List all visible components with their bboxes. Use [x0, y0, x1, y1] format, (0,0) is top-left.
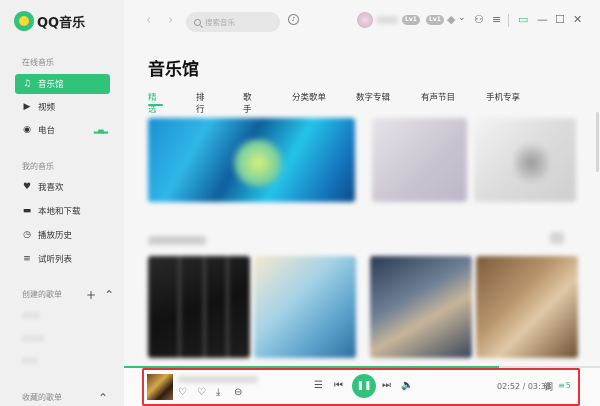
like-heart-icon[interactable]: ♡: [178, 388, 187, 398]
song-title[interactable]: [178, 376, 258, 383]
listen-recognize-icon[interactable]: ♪: [288, 14, 299, 25]
playlist-icon: ≡: [558, 381, 565, 390]
sidebar-item-label: 视频: [38, 103, 56, 113]
section-my-music: 我的音乐: [22, 162, 54, 171]
sidebar-item-music-hall[interactable]: ♫ 音乐馆: [15, 74, 110, 94]
sidebar-item-trial-list[interactable]: ≡ 试听列表: [15, 249, 110, 269]
collapse-chevron-icon[interactable]: ⌃: [98, 391, 108, 405]
qq-music-logo-icon: [14, 11, 34, 31]
divider: [508, 14, 509, 27]
volume-icon[interactable]: 🔈: [401, 381, 413, 391]
playlist-button[interactable]: ≡ 5: [558, 381, 571, 390]
mini-mode-icon[interactable]: ▭: [518, 13, 528, 26]
section-heading: [148, 236, 206, 245]
collected-playlist-tools: ⌃: [98, 391, 108, 405]
heart-icon: ♥: [22, 181, 32, 192]
sidebar-item-label: 播放历史: [38, 231, 73, 241]
forward-arrow-icon[interactable]: ›: [168, 13, 173, 28]
tab-featured[interactable]: 精选: [148, 91, 163, 115]
player-bar: ♡ ♡ ⤓ ⊖ ☰ ⏮ ❚❚ ⏭ 🔈 02:52 / 03:38 词 ≡ 5: [124, 368, 600, 406]
music-note-icon: ♫: [22, 78, 32, 89]
vip-badge: Lv1: [426, 15, 444, 25]
playlist-card[interactable]: [254, 256, 356, 358]
vip-diamond-icon[interactable]: ◆: [447, 13, 455, 26]
radio-icon: ◉: [23, 124, 31, 135]
featured-banner[interactable]: [372, 118, 467, 202]
section-online-music: 在线音乐: [22, 58, 54, 67]
playlist-count: 5: [565, 381, 571, 390]
playlist-card[interactable]: [370, 256, 472, 358]
minimize-icon[interactable]: —: [537, 13, 548, 26]
more-icon[interactable]: ⊖: [234, 388, 242, 398]
scrollbar[interactable]: [596, 112, 599, 172]
next-track-icon[interactable]: ⏭: [382, 381, 391, 391]
playback-time: 02:52 / 03:38: [497, 382, 551, 391]
close-icon[interactable]: ✕: [573, 13, 582, 26]
list-icon: ≡: [23, 253, 31, 264]
sidebar: QQ音乐 在线音乐 ♫ 音乐馆 ▶ 视频 ◉ 电台 ▂▄▂ 我的音乐 ♥ 我喜欢…: [0, 0, 124, 406]
logo-text: QQ音乐: [37, 15, 86, 31]
page-title: 音乐馆: [148, 60, 199, 80]
sidebar-item-label: 本地和下载: [38, 207, 81, 217]
sidebar-item-label: 音乐馆: [38, 80, 64, 90]
featured-banner[interactable]: [474, 118, 576, 202]
sidebar-item-video[interactable]: ▶ 视频: [15, 97, 110, 117]
tab-audio-programs[interactable]: 有声节目: [421, 91, 455, 103]
section-collected-playlists: 收藏的歌单: [22, 393, 62, 402]
equalizer-icon: ▂▄▂: [93, 126, 108, 134]
level-badge: Lv1: [402, 15, 420, 25]
username[interactable]: [376, 16, 398, 24]
top-bar: ‹ › 搜索音乐 ♪ Lv1 Lv1 ◆ ⌄ ⚇ ≡ ▭ — ☐ ✕: [124, 0, 600, 44]
dislike-heart-icon[interactable]: ♡: [197, 388, 206, 398]
pause-button[interactable]: ❚❚: [352, 374, 376, 398]
sidebar-item-label: 我喜欢: [38, 183, 64, 193]
playlist-card[interactable]: [148, 256, 250, 358]
play-mode-icon[interactable]: ☰: [314, 381, 323, 391]
search-icon: [194, 18, 201, 26]
sidebar-item-label: 电台: [38, 126, 56, 136]
sidebar-item-local-download[interactable]: ▬ 本地和下载: [15, 201, 110, 221]
sidebar-item-radio[interactable]: ◉ 电台 ▂▄▂: [15, 120, 110, 140]
lyrics-button[interactable]: 词: [544, 380, 553, 393]
sidebar-item-favorites[interactable]: ♥ 我喜欢: [15, 177, 110, 197]
tab-charts[interactable]: 排行: [196, 91, 205, 115]
previous-track-icon[interactable]: ⏮: [334, 381, 343, 391]
created-playlist-tools: + ⌃: [86, 288, 114, 302]
album-cover[interactable]: [147, 374, 173, 400]
back-arrow-icon[interactable]: ‹: [146, 13, 151, 28]
playlist-card[interactable]: [476, 256, 578, 358]
collapse-chevron-icon[interactable]: ⌃: [104, 288, 114, 302]
tab-mobile-exclusive[interactable]: 手机专享: [486, 91, 520, 103]
sidebar-item-label: 试听列表: [38, 255, 73, 265]
featured-banner[interactable]: [148, 118, 355, 202]
app-logo[interactable]: QQ音乐: [14, 11, 85, 31]
avatar[interactable]: [357, 12, 373, 28]
chevron-down-icon[interactable]: ⌄: [458, 13, 466, 23]
playlist-item[interactable]: [22, 335, 44, 342]
add-playlist-icon[interactable]: +: [86, 288, 96, 302]
monitor-icon: ▬: [22, 205, 32, 216]
playlist-item[interactable]: [22, 357, 38, 364]
section-created-playlists: 创建的歌单: [22, 290, 62, 299]
video-icon: ▶: [23, 101, 31, 112]
refresh-icon[interactable]: [550, 232, 564, 244]
playlist-item[interactable]: [22, 312, 40, 319]
settings-icon[interactable]: ≡: [492, 13, 501, 26]
maximize-icon[interactable]: ☐: [555, 13, 565, 26]
sidebar-item-history[interactable]: ◷ 播放历史: [15, 225, 110, 245]
main-panel: ‹ › 搜索音乐 ♪ Lv1 Lv1 ◆ ⌄ ⚇ ≡ ▭ — ☐ ✕ 音乐馆 精…: [124, 0, 600, 406]
skin-icon[interactable]: ⚇: [474, 13, 484, 26]
download-icon[interactable]: ⤓: [216, 388, 220, 398]
clock-icon: ◷: [23, 229, 31, 240]
tab-singers[interactable]: 歌手: [243, 91, 252, 115]
search-placeholder: 搜索音乐: [205, 17, 235, 27]
tab-digital-albums[interactable]: 数字专辑: [356, 91, 390, 103]
search-input[interactable]: 搜索音乐: [186, 12, 280, 32]
tab-playlist-categories[interactable]: 分类歌单: [292, 91, 326, 103]
